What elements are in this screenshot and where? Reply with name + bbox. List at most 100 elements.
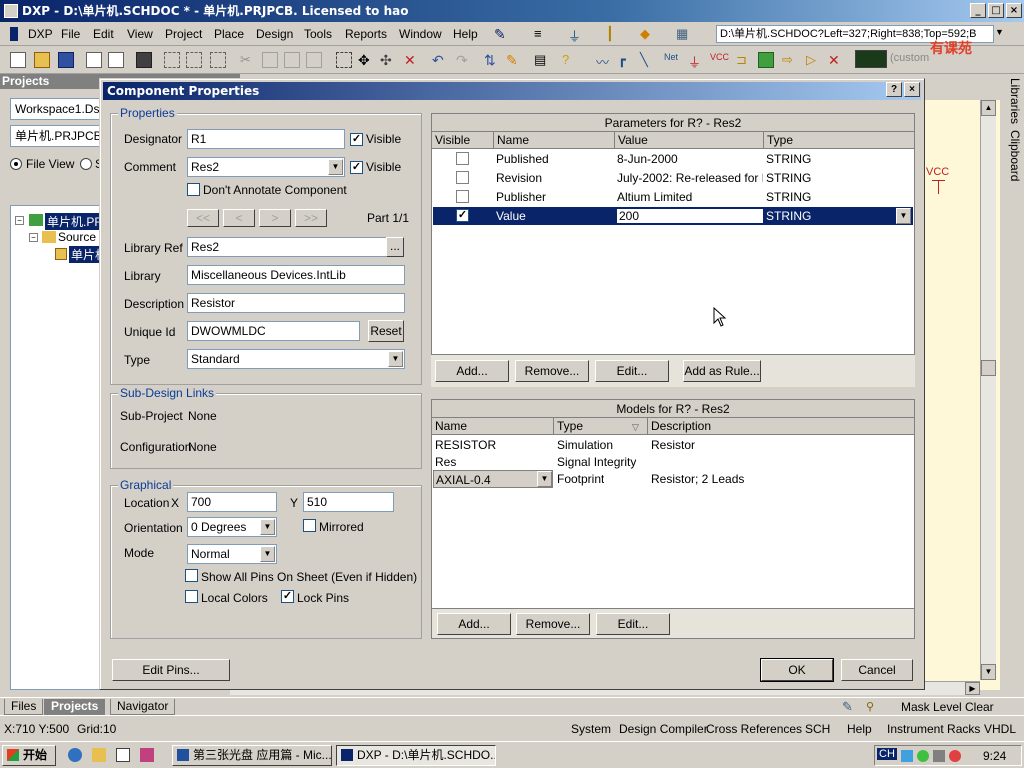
designator-visible-checkbox[interactable]: ✓: [350, 133, 363, 146]
menu-design[interactable]: Design: [256, 27, 293, 41]
mask-edit-icon[interactable]: ✎: [842, 699, 853, 715]
menu-file[interactable]: File: [61, 27, 80, 41]
tree-project[interactable]: 单片机.PR: [45, 213, 106, 230]
model-description[interactable]: Resistor; 2 Leads: [651, 472, 744, 486]
workspace-field[interactable]: Workspace1.Dsn: [10, 98, 105, 120]
vertical-scrollbar[interactable]: ▲ ▼: [980, 100, 996, 680]
param-value-editor[interactable]: 200: [616, 208, 764, 224]
tab-clipboard[interactable]: Clipboard: [1002, 130, 1022, 181]
structure-view-radio[interactable]: [80, 158, 92, 170]
first-part-button[interactable]: <<: [187, 209, 219, 227]
board-icon[interactable]: [136, 52, 152, 68]
dialog-close-button[interactable]: ×: [904, 82, 920, 97]
mirrored-checkbox[interactable]: [303, 519, 316, 532]
desktop-icon[interactable]: [116, 748, 130, 762]
type-select[interactable]: Standard ▼: [187, 349, 405, 369]
edit-pins-button[interactable]: Edit Pins...: [112, 659, 230, 681]
prev-part-button[interactable]: <: [223, 209, 255, 227]
tree-collapse-icon[interactable]: −: [15, 216, 24, 225]
print-preview-icon[interactable]: [108, 52, 124, 68]
menu-tools[interactable]: Tools: [304, 27, 332, 41]
tray-icon-4[interactable]: [949, 750, 961, 762]
net-label-icon[interactable]: Net: [664, 52, 680, 68]
move-icon[interactable]: ✥: [358, 52, 374, 68]
param-type[interactable]: STRING: [766, 171, 811, 185]
col-model-description[interactable]: Description: [648, 418, 914, 435]
col-model-name[interactable]: Name: [432, 418, 554, 435]
param-value[interactable]: Altium Limited: [617, 190, 763, 204]
menu-help[interactable]: Help: [453, 27, 478, 41]
param-type[interactable]: STRING: [766, 152, 811, 166]
model-add-button[interactable]: Add...: [437, 613, 511, 635]
mode-select[interactable]: Normal ▼: [187, 544, 277, 564]
print-icon[interactable]: [86, 52, 102, 68]
menu-dxp[interactable]: DXP: [28, 27, 53, 41]
local-colors-checkbox[interactable]: [185, 590, 198, 603]
tab-projects[interactable]: Projects: [44, 699, 106, 715]
menu-place[interactable]: Place: [214, 27, 244, 41]
param-name[interactable]: Published: [496, 152, 549, 166]
param-type[interactable]: STRING: [766, 209, 811, 223]
color-swatch[interactable]: [855, 50, 887, 68]
param-edit-button[interactable]: Edit...: [595, 360, 669, 382]
scroll-up-arrow-icon[interactable]: ▲: [981, 100, 996, 116]
vcc-port-icon[interactable]: VCC: [710, 52, 729, 68]
next-part-button[interactable]: >: [259, 209, 291, 227]
library-ref-input[interactable]: Res2: [187, 237, 387, 257]
footprint-select[interactable]: AXIAL-0.4 ▼: [433, 470, 553, 488]
zoom-selected-icon[interactable]: [210, 52, 226, 68]
parameters-grid[interactable]: Parameters for R? - Res2 Visible Name Va…: [431, 113, 915, 355]
param-visible-checkbox[interactable]: [456, 152, 469, 165]
maximize-button[interactable]: □: [988, 3, 1004, 18]
model-type[interactable]: Signal Integrity: [557, 455, 636, 469]
new-icon[interactable]: [10, 52, 26, 68]
param-add-button[interactable]: Add...: [435, 360, 509, 382]
minimize-button[interactable]: _: [970, 3, 986, 18]
orientation-select[interactable]: 0 Degrees ▼: [187, 517, 277, 537]
tab-navigator[interactable]: Navigator: [110, 699, 176, 715]
menu-window[interactable]: Window: [399, 27, 442, 41]
chevron-down-icon[interactable]: ▼: [328, 159, 343, 175]
tray-icon-3[interactable]: [933, 750, 945, 762]
add-as-rule-button[interactable]: Add as Rule...: [683, 360, 761, 382]
file-view-radio[interactable]: [10, 158, 22, 170]
outlook-icon[interactable]: [92, 748, 106, 762]
sheet-symbol-icon[interactable]: [758, 52, 774, 68]
power-port-icon[interactable]: ┃: [606, 26, 622, 42]
model-name[interactable]: Res: [435, 455, 456, 469]
tab-libraries[interactable]: Libraries: [1002, 78, 1022, 124]
close-button[interactable]: ×: [1006, 3, 1022, 18]
place-part-icon[interactable]: ⊐: [736, 52, 752, 68]
filter-icon[interactable]: ▽: [632, 419, 639, 435]
mask-level-label[interactable]: Mask Level: [901, 700, 962, 714]
param-visible-checkbox[interactable]: ✓: [456, 209, 469, 222]
save-icon[interactable]: [58, 52, 74, 68]
description-input[interactable]: Resistor: [187, 293, 405, 313]
model-name[interactable]: RESISTOR: [435, 438, 496, 452]
location-y-input[interactable]: 510: [303, 492, 394, 512]
chevron-down-icon[interactable]: ▼: [260, 519, 275, 535]
gnd-port-icon[interactable]: ⏚: [688, 52, 704, 70]
scroll-thumb[interactable]: [981, 360, 996, 376]
chevron-down-icon[interactable]: ▼: [388, 351, 403, 367]
param-visible-checkbox[interactable]: [456, 190, 469, 203]
scroll-down-arrow-icon[interactable]: ▼: [981, 664, 996, 680]
filter-selector-icon[interactable]: ⚲: [866, 700, 874, 713]
model-edit-button[interactable]: Edit...: [596, 613, 670, 635]
last-part-button[interactable]: >>: [295, 209, 327, 227]
designator-input[interactable]: R1: [187, 129, 345, 149]
param-value[interactable]: 8-Jun-2000: [617, 152, 763, 166]
cancel-button[interactable]: Cancel: [841, 659, 913, 681]
wire-tool-icon[interactable]: ✎: [494, 26, 510, 42]
scroll-right-arrow-icon[interactable]: ▶: [965, 682, 980, 695]
hierarchy-icon[interactable]: ⇅: [484, 52, 500, 68]
ime-indicator[interactable]: CH: [877, 748, 897, 760]
browse-library-icon[interactable]: ▤: [534, 52, 550, 68]
param-name[interactable]: Value: [496, 209, 526, 223]
ok-button[interactable]: OK: [761, 659, 833, 681]
unique-id-input[interactable]: DWOWMLDC: [187, 321, 360, 341]
tab-files[interactable]: Files: [4, 699, 44, 715]
param-name[interactable]: Publisher: [496, 190, 546, 204]
place-bus-icon[interactable]: ┏: [618, 52, 634, 68]
menu-view[interactable]: View: [127, 27, 153, 41]
